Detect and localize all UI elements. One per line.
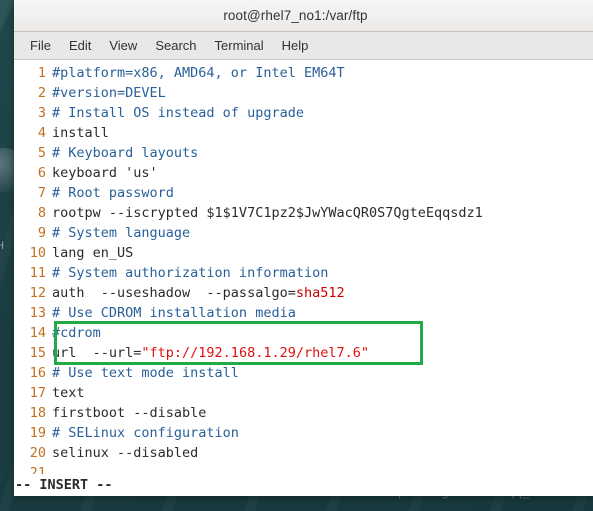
line-text: # System language [52,223,190,243]
menu-edit[interactable]: Edit [60,36,100,55]
desktop-icon-label: H [0,240,4,252]
line-number: 4 [37,125,46,141]
line-number: 10 [29,245,46,261]
line-number: 16 [29,365,46,381]
line-text-head: install [52,125,109,141]
editor-status-bar: -- INSERT -- [14,474,593,496]
line-number: 2 [37,85,46,101]
line-text: auth --useshadow --passalgo=sha512 [52,283,345,303]
code-line[interactable]: 6 keyboard 'us' [14,163,593,183]
line-number: 15 [29,345,46,361]
line-number: 11 [29,265,46,281]
line-text-head: # SELinux configuration [52,425,239,441]
code-line[interactable]: 4 install [14,123,593,143]
line-text-head: # Use text mode install [52,365,239,381]
line-text: # Install OS instead of upgrade [52,103,304,123]
line-number: 6 [37,165,46,181]
code-line[interactable]: 18 firstboot --disable [14,403,593,423]
title-bar[interactable]: root@rhel7_no1:/var/ftp [14,0,593,32]
line-number: 21 [29,465,46,474]
code-line[interactable]: 17 text [14,383,593,403]
line-text-head: selinux --disabled [52,445,199,461]
line-text: # Use CDROM installation media [52,303,296,323]
line-text-head: #cdrom [52,325,101,341]
line-number: 1 [37,65,46,81]
code-line[interactable]: 13 # Use CDROM installation media [14,303,593,323]
line-number: 5 [37,145,46,161]
line-text: #platform=x86, AMD64, or Intel EM64T [52,63,345,83]
line-text: keyboard 'us' [52,163,158,183]
line-number: 14 [29,325,46,341]
line-text-head: #platform=x86, AMD64, or Intel EM64T [52,65,345,81]
line-text-head: url --url= [52,345,142,361]
line-text-head: # Root password [52,185,174,201]
line-number: 13 [29,305,46,321]
code-line[interactable]: 21 [14,463,593,474]
line-text-head: # Keyboard layouts [52,145,199,161]
vi-mode-indicator: -- INSERT -- [15,477,113,493]
line-text: install [52,123,109,143]
line-text: rootpw --iscrypted $1$1V7C1pz2$JwYWacQR0… [52,203,483,223]
code-line[interactable]: 19 # SELinux configuration [14,423,593,443]
line-text: firstboot --disable [52,403,206,423]
menu-search[interactable]: Search [146,36,205,55]
vi-editor-area[interactable]: 1 #platform=x86, AMD64, or Intel EM64T 2 #v… [14,60,593,474]
terminal-window: root@rhel7_no1:/var/ftp File Edit View Sear… [14,0,593,496]
line-text-head: lang en_US [52,245,134,261]
line-text-head: # Use CDROM installation media [52,305,296,321]
code-line[interactable]: 20 selinux --disabled [14,443,593,463]
line-text: # Keyboard layouts [52,143,198,163]
code-lines-container: 1 #platform=x86, AMD64, or Intel EM64T 2 #v… [14,63,593,474]
menu-file[interactable]: File [21,36,60,55]
line-number: 12 [29,285,46,301]
code-line[interactable]: 10 lang en_US [14,243,593,263]
line-text: # Root password [52,183,174,203]
line-number: 8 [37,205,46,221]
line-text-head: auth --useshadow --passalgo= [52,285,296,301]
line-text-head: firstboot --disable [52,405,207,421]
line-text-head: keyboard 'us' [52,165,158,181]
line-number: 9 [37,225,46,241]
menu-bar: File Edit View Search Terminal Help [14,32,593,60]
line-number: 18 [29,405,46,421]
line-number: 19 [29,425,46,441]
code-line[interactable]: 3 # Install OS instead of upgrade [14,103,593,123]
line-number: 17 [29,385,46,401]
code-line[interactable]: 14 #cdrom [14,323,593,343]
line-text: # SELinux configuration [52,423,239,443]
code-line[interactable]: 2 #version=DEVEL [14,83,593,103]
menu-help[interactable]: Help [273,36,318,55]
line-text-head: # System language [52,225,191,241]
code-line[interactable]: 9 # System language [14,223,593,243]
code-line[interactable]: 12 auth --useshadow --passalgo=sha512 [14,283,593,303]
code-line[interactable]: 5 # Keyboard layouts [14,143,593,163]
code-line[interactable]: 15 url --url="ftp://192.168.1.29/rhel7.6" [14,343,593,363]
line-text: text [52,383,85,403]
code-line[interactable]: 7 # Root password [14,183,593,203]
line-text-head: text [52,385,85,401]
line-text: #version=DEVEL [52,83,166,103]
menu-view[interactable]: View [100,36,146,55]
code-line[interactable]: 8 rootpw --iscrypted $1$1V7C1pz2$JwYWacQR… [14,203,593,223]
line-text: # Use text mode install [52,363,239,383]
line-text: #cdrom [52,323,101,343]
line-text: lang en_US [52,243,133,263]
line-text: url --url="ftp://192.168.1.29/rhel7.6" [52,343,369,363]
line-text: selinux --disabled [52,443,198,463]
code-line[interactable]: 11 # System authorization information [14,263,593,283]
window-title: root@rhel7_no1:/var/ftp [223,8,368,23]
line-text-head: # System authorization information [52,265,329,281]
code-line[interactable]: 1 #platform=x86, AMD64, or Intel EM64T [14,63,593,83]
line-text-tail: sha512 [295,285,345,301]
line-text-head: rootpw --iscrypted $1$1V7C1pz2$JwYWacQR0… [52,205,483,221]
line-number: 20 [29,445,46,461]
line-text: # System authorization information [52,263,328,283]
line-number: 3 [37,105,46,121]
line-text-head: # Install OS instead of upgrade [52,105,304,121]
line-text-head: #version=DEVEL [52,85,166,101]
code-line[interactable]: 16 # Use text mode install [14,363,593,383]
line-text-tail: "ftp://192.168.1.29/rhel7.6" [141,345,369,361]
menu-terminal[interactable]: Terminal [206,36,273,55]
line-number: 7 [37,185,46,201]
